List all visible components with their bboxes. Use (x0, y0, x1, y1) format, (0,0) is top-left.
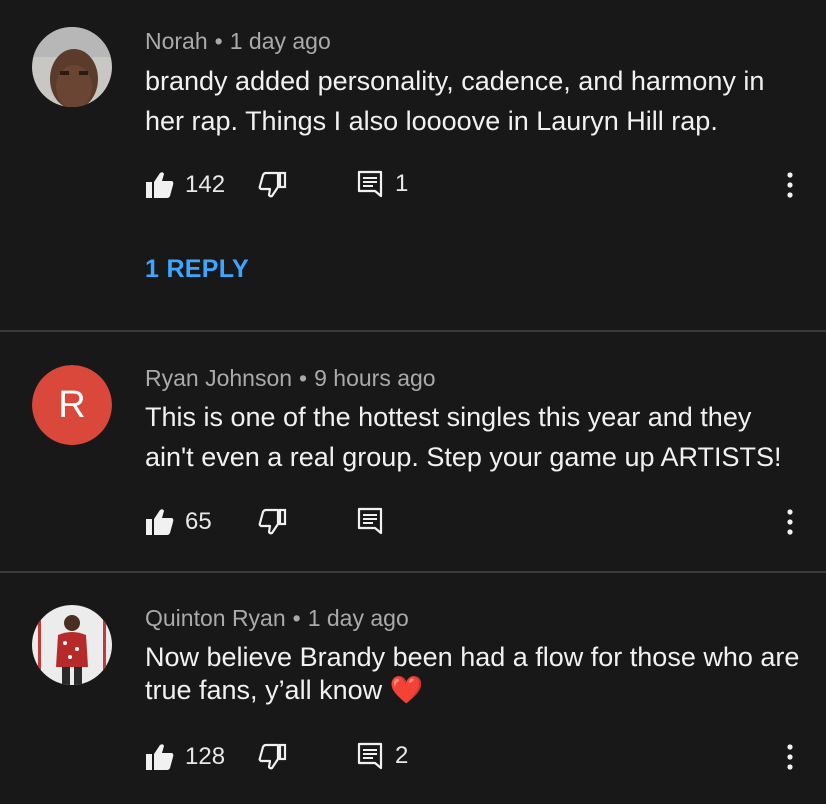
comment-reply-icon (357, 170, 383, 198)
comment-reply-icon (357, 507, 383, 535)
more-options-button[interactable] (780, 737, 800, 777)
author-name[interactable]: Ryan Johnson (145, 365, 292, 391)
comment-meta: Norah • 1 day ago (145, 28, 331, 55)
more-options-button[interactable] (780, 502, 800, 542)
comment-actions: 65 (145, 502, 383, 542)
more-options-button[interactable] (780, 165, 800, 205)
heart-emoji: ❤️ (389, 675, 424, 705)
reply-count: 1 (395, 170, 409, 197)
comment-text: Now believe Brandy been had a flow for t… (145, 641, 805, 707)
comment-meta: Quinton Ryan • 1 day ago (145, 605, 409, 632)
avatar[interactable] (32, 605, 112, 685)
comment-meta: Ryan Johnson • 9 hours ago (145, 365, 436, 392)
avatar-letter: R (58, 383, 86, 426)
comment-age: 1 day ago (307, 605, 409, 631)
reply-button[interactable] (357, 507, 383, 535)
reply-button[interactable]: 2 (357, 742, 408, 770)
comment-item: Quinton Ryan • 1 day ago Now believe Brand… (0, 573, 826, 804)
author-name[interactable]: Norah (145, 28, 208, 54)
like-count: 65 (185, 508, 212, 535)
comment-age: 1 day ago (229, 28, 331, 54)
like-count: 142 (185, 171, 226, 198)
comment-actions: 128 2 (145, 737, 408, 777)
comment-item: Norah • 1 day ago brandy added personality… (0, 0, 826, 330)
comment-actions: 142 1 (145, 165, 408, 205)
thumbs-up-icon[interactable] (145, 507, 175, 537)
more-vert-icon (787, 744, 793, 770)
comment-text: brandy added personality, cadence, and h… (145, 66, 765, 136)
thumbs-down-icon[interactable] (257, 507, 287, 537)
reply-count: 2 (395, 742, 409, 769)
more-vert-icon (787, 172, 793, 198)
avatar-photo-icon (32, 27, 112, 107)
avatar[interactable]: R (32, 365, 112, 445)
like-count: 128 (185, 743, 226, 770)
comment-text: This is one of the hottest singles this … (145, 402, 782, 472)
comment-text-body: Now believe Brandy been had a flow for t… (145, 642, 800, 705)
thumbs-up-icon[interactable] (145, 170, 175, 200)
more-vert-icon (787, 509, 793, 535)
comment-reply-icon (357, 742, 383, 770)
meta-separator: • (214, 28, 223, 54)
comment-item: R Ryan Johnson • 9 hours ago This is one o… (0, 332, 826, 571)
thumbs-down-icon[interactable] (257, 170, 287, 200)
reply-button[interactable]: 1 (357, 170, 408, 198)
avatar[interactable] (32, 27, 112, 107)
author-name[interactable]: Quinton Ryan (145, 605, 286, 631)
thumbs-up-icon[interactable] (145, 742, 175, 772)
meta-separator: • (292, 605, 301, 631)
avatar-photo-icon (32, 605, 112, 685)
thumbs-down-icon[interactable] (257, 742, 287, 772)
comment-age: 9 hours ago (314, 365, 436, 391)
view-replies-link[interactable]: 1 REPLY (145, 255, 249, 284)
meta-separator: • (299, 365, 308, 391)
